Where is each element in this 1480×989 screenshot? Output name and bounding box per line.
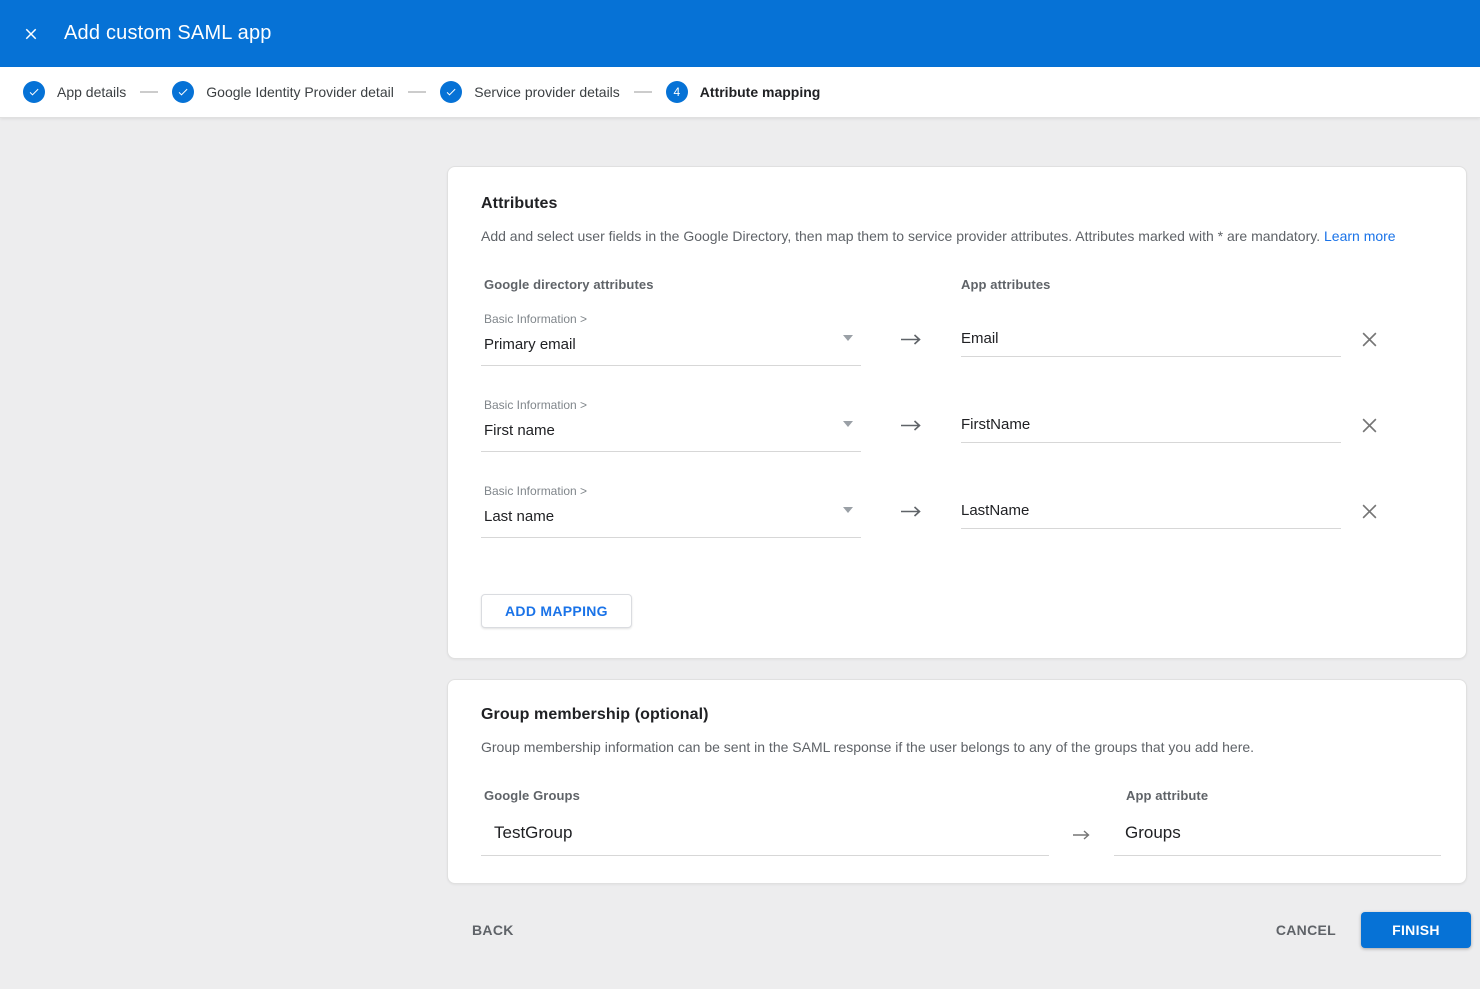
add-mapping-button[interactable]: ADD MAPPING [481, 594, 632, 628]
mapping-row: Basic Information > Primary email Email [481, 307, 1433, 393]
step-label: Attribute mapping [700, 84, 821, 100]
remove-mapping-button[interactable] [1357, 413, 1381, 437]
attributes-card-description: Add and select user fields in the Google… [481, 228, 1433, 244]
check-icon [445, 86, 457, 98]
app-attribute-input[interactable]: Email [961, 307, 1341, 357]
arrow-right-icon [900, 333, 922, 346]
attributes-column-headers: Google directory attributes App attribut… [481, 277, 1433, 292]
finish-button[interactable]: FINISH [1361, 912, 1471, 948]
chevron-down-icon [843, 335, 853, 341]
step-separator [408, 91, 426, 93]
attribute-category-label: Basic Information > [484, 398, 861, 412]
wizard-footer: BACK CANCEL FINISH [447, 912, 1471, 948]
cancel-button[interactable]: CANCEL [1276, 922, 1336, 938]
mapping-arrow-cell [861, 307, 961, 393]
arrow-right-icon [900, 419, 922, 432]
app-attribute-input[interactable]: FirstName [961, 393, 1341, 443]
arrow-right-icon [1072, 829, 1091, 841]
step-label: Service provider details [474, 84, 620, 100]
dialog-title: Add custom SAML app [64, 22, 272, 45]
remove-mapping-button[interactable] [1357, 327, 1381, 351]
close-icon [1361, 331, 1378, 348]
group-app-attribute-input[interactable]: Groups [1114, 823, 1441, 856]
check-icon [28, 86, 40, 98]
mapping-rows: Basic Information > Primary email Email [481, 307, 1433, 565]
google-groups-input[interactable]: TestGroup [481, 823, 1049, 856]
directory-attribute-value: First name [484, 422, 861, 440]
mapping-arrow-cell [861, 393, 961, 479]
directory-attribute-value: Primary email [484, 336, 861, 354]
app-attribute-input[interactable]: LastName [961, 479, 1341, 529]
step-label: App details [57, 84, 126, 100]
google-groups-header: Google Groups [481, 788, 1126, 803]
group-membership-description: Group membership information can be sent… [481, 739, 1433, 755]
close-icon [22, 25, 40, 43]
step-completed-circle [23, 81, 45, 103]
step-number-circle: 4 [666, 81, 688, 103]
group-membership-title: Group membership (optional) [481, 705, 1433, 724]
remove-mapping-button[interactable] [1357, 499, 1381, 523]
mapping-row: Basic Information > First name FirstName [481, 393, 1433, 479]
group-membership-card: Group membership (optional) Group member… [447, 679, 1467, 884]
directory-attribute-value: Last name [484, 508, 861, 526]
step-separator [634, 91, 652, 93]
group-mapping-row: TestGroup Groups [481, 823, 1433, 856]
group-column-headers: Google Groups App attribute [481, 788, 1433, 803]
directory-attribute-select[interactable]: Basic Information > Primary email [481, 307, 861, 366]
step-attribute-mapping[interactable]: 4 Attribute mapping [666, 81, 821, 103]
directory-attribute-select[interactable]: Basic Information > Last name [481, 479, 861, 538]
chevron-down-icon [843, 421, 853, 427]
step-separator [140, 91, 158, 93]
step-completed-circle [440, 81, 462, 103]
back-button[interactable]: BACK [472, 922, 514, 938]
learn-more-link[interactable]: Learn more [1324, 228, 1396, 244]
mapping-row: Basic Information > Last name LastName [481, 479, 1433, 565]
close-icon [1361, 417, 1378, 434]
group-arrow-cell [1049, 823, 1114, 856]
wizard-stepper: App details Google Identity Provider det… [0, 67, 1480, 118]
dialog-header: Add custom SAML app [0, 0, 1480, 67]
google-directory-attributes-header: Google directory attributes [481, 277, 961, 292]
attributes-card-title: Attributes [481, 194, 1433, 213]
step-service-provider-details[interactable]: Service provider details [440, 81, 620, 103]
app-attribute-header: App attribute [1126, 788, 1208, 803]
close-dialog-button[interactable] [13, 16, 49, 52]
step-completed-circle [172, 81, 194, 103]
mapping-arrow-cell [861, 479, 961, 565]
chevron-down-icon [843, 507, 853, 513]
attribute-category-label: Basic Information > [484, 484, 861, 498]
step-app-details[interactable]: App details [23, 81, 126, 103]
attributes-card: Attributes Add and select user fields in… [447, 166, 1467, 659]
directory-attribute-select[interactable]: Basic Information > First name [481, 393, 861, 452]
app-attributes-header: App attributes [961, 277, 1051, 292]
attribute-category-label: Basic Information > [484, 312, 861, 326]
step-google-idp-details[interactable]: Google Identity Provider details [172, 81, 394, 103]
close-icon [1361, 503, 1378, 520]
check-icon [177, 86, 189, 98]
arrow-right-icon [900, 505, 922, 518]
step-label: Google Identity Provider details [206, 84, 394, 100]
